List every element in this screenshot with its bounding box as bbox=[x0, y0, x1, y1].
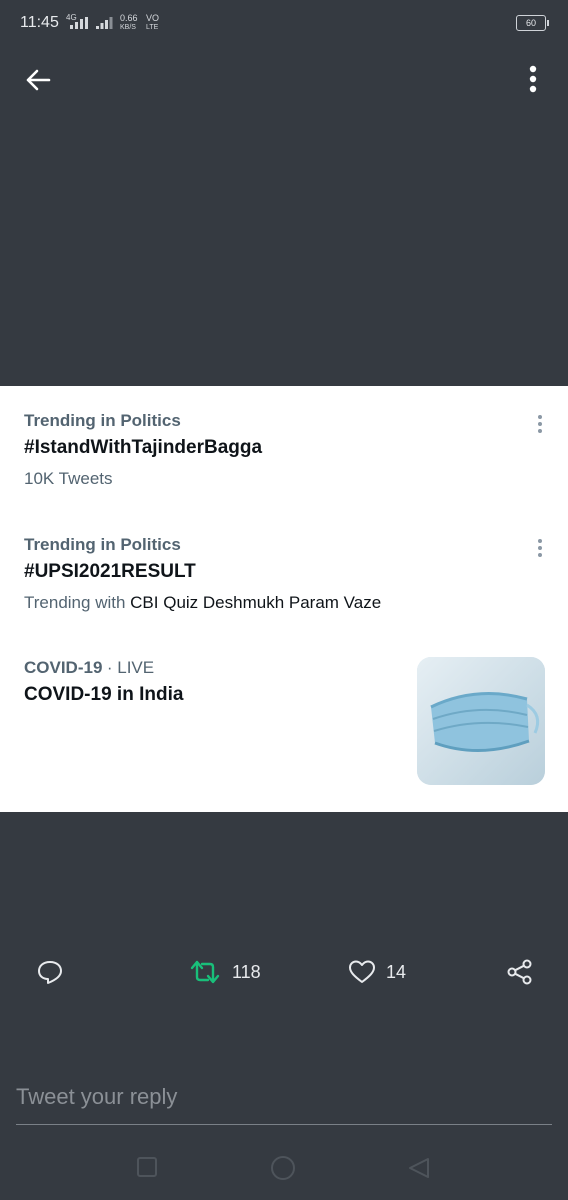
tweet-action-bar: 118 14 bbox=[0, 950, 568, 994]
net-speed-value: 0.66 bbox=[120, 13, 138, 23]
back-button[interactable] bbox=[24, 66, 52, 99]
face-mask-image[interactable] bbox=[417, 657, 545, 785]
net-speed-unit: KB/S bbox=[120, 24, 136, 31]
trend-title: #UPSI2021RESULT bbox=[24, 561, 196, 582]
trend-item[interactable]: Trending in Politics #UPSI2021RESULT Tre… bbox=[24, 535, 544, 613]
trend-item[interactable]: Trending in Politics #IstandWithTajinder… bbox=[24, 411, 544, 489]
like-button[interactable]: 14 bbox=[348, 950, 406, 994]
reply-input[interactable]: Tweet your reply bbox=[16, 1084, 552, 1125]
like-count: 14 bbox=[386, 961, 407, 982]
trend-options-button[interactable] bbox=[536, 538, 544, 563]
more-vertical-icon bbox=[538, 415, 542, 433]
retweet-icon bbox=[190, 960, 220, 984]
retweet-count: 118 bbox=[232, 961, 261, 982]
circle-icon[interactable] bbox=[270, 1155, 296, 1181]
trend-related-topics: CBI Quiz Deshmukh Param Vaze bbox=[130, 593, 382, 612]
face-mask-icon bbox=[417, 657, 545, 785]
trend-related-prefix: Trending with bbox=[24, 593, 126, 612]
heart-icon bbox=[349, 960, 375, 983]
trend-tweet-count: 10K Tweets bbox=[24, 469, 113, 488]
trend-category: COVID-19 bbox=[24, 658, 103, 677]
live-label: · LIVE bbox=[106, 658, 155, 677]
signal-icon-2 bbox=[96, 17, 113, 29]
volte-top: VO bbox=[146, 13, 160, 23]
trends-card: Trending in Politics #IstandWithTajinder… bbox=[0, 386, 568, 812]
comment-icon bbox=[38, 961, 62, 984]
trend-options-button[interactable] bbox=[536, 414, 544, 439]
square-icon[interactable] bbox=[136, 1156, 158, 1178]
trend-item[interactable]: COVID-19 · LIVE COVID-19 in India bbox=[24, 658, 404, 706]
share-icon bbox=[507, 959, 532, 985]
retweet-button[interactable]: 118 bbox=[188, 950, 261, 994]
system-nav-bar bbox=[0, 1144, 568, 1200]
trend-category: Trending in Politics bbox=[24, 535, 181, 554]
more-vertical-icon bbox=[538, 539, 542, 557]
volte-bottom: LTE bbox=[146, 24, 159, 31]
more-vertical-icon bbox=[529, 65, 537, 93]
triangle-back-icon[interactable] bbox=[406, 1156, 432, 1180]
more-options-button[interactable] bbox=[522, 64, 544, 101]
share-button[interactable] bbox=[506, 950, 534, 994]
trend-related: Trending with CBI Quiz Deshmukh Param Va… bbox=[24, 593, 544, 613]
trend-category: Trending in Politics bbox=[24, 411, 181, 430]
status-time: 11:45 bbox=[20, 14, 59, 31]
battery-icon: 60 bbox=[516, 15, 549, 31]
status-bar: 11:45 4G 0.66 KB/S VO LTE 60 bbox=[0, 0, 568, 46]
signal-icon bbox=[70, 17, 88, 29]
arrow-left-icon bbox=[26, 69, 51, 91]
trend-title: #IstandWithTajinderBagga bbox=[24, 437, 263, 458]
reply-button[interactable] bbox=[36, 950, 64, 994]
trend-title: COVID-19 in India bbox=[24, 684, 184, 705]
